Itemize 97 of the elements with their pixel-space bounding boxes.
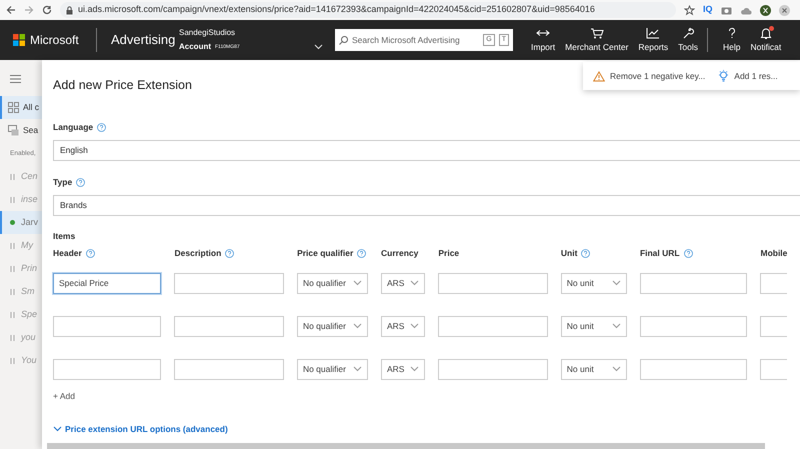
search-placeholder: Search Microsoft Advertising — [352, 34, 461, 46]
chevron-down-icon — [352, 280, 362, 286]
dropdown[interactable]: ARS — [380, 316, 426, 337]
notification-text[interactable]: Remove 1 negative key... — [610, 70, 706, 82]
avatar-icon[interactable] — [760, 4, 771, 16]
help-icon[interactable] — [86, 249, 95, 258]
toolbar-button[interactable]: Reports — [633, 26, 674, 54]
reload-icon[interactable] — [42, 5, 52, 15]
input-field[interactable] — [640, 316, 748, 337]
menu-icon[interactable] — [10, 75, 21, 83]
column-header: Header — [53, 247, 82, 260]
url-text: ui.ads.microsoft.com/campaign/vnext/extensions/price?aid=141672393&campaignId=422024045&cid=251602807&uid=98564016 — [78, 3, 595, 16]
input-field[interactable] — [640, 272, 748, 294]
input-field[interactable] — [438, 358, 548, 380]
chevron-down-icon[interactable] — [314, 44, 323, 50]
column-header: Price — [438, 247, 460, 260]
chevron-down-icon — [612, 280, 621, 286]
cloud-icon[interactable] — [740, 6, 752, 14]
account-label: Account — [179, 41, 211, 53]
chevron-down-icon — [612, 323, 621, 330]
lightbulb-icon — [718, 70, 730, 82]
toolbar-button[interactable]: Merchant Center — [560, 26, 634, 54]
column-header: Final URL — [640, 247, 680, 260]
dropdown[interactable]: No qualifier — [296, 316, 368, 337]
dropdown[interactable]: ARS — [380, 358, 426, 380]
column-header: Price qualifier — [297, 247, 354, 260]
extension-icon[interactable]: IQ — [703, 3, 713, 17]
chevron-down-icon — [612, 366, 621, 372]
input-field[interactable] — [174, 316, 284, 337]
chevron-down-icon — [352, 366, 362, 372]
input-field[interactable] — [438, 272, 548, 294]
panel-title: Add new Price Extension — [53, 77, 192, 94]
search-icon — [339, 36, 348, 44]
account-name: SandegiStudios — [179, 26, 236, 39]
scrollbar[interactable] — [47, 443, 765, 449]
help-icon[interactable] — [357, 249, 366, 258]
wrench-icon — [681, 26, 696, 39]
type-field[interactable]: Brands — [53, 194, 800, 216]
help-icon[interactable] — [581, 249, 590, 258]
grid-icon — [8, 102, 19, 113]
camera-icon[interactable] — [720, 5, 732, 15]
toolbar-button[interactable]: Notificat — [746, 26, 786, 54]
chart-icon — [646, 26, 660, 39]
input-field[interactable] — [53, 316, 162, 337]
help-icon[interactable] — [97, 123, 106, 132]
sidebar-item[interactable]: Jarv — [0, 211, 42, 234]
toolbar-button[interactable]: Tools — [673, 26, 704, 54]
close-circle-icon[interactable] — [778, 4, 790, 16]
sidebar-item[interactable]: Sea — [0, 119, 42, 142]
product-name: Advertising — [110, 31, 176, 50]
input-field[interactable] — [438, 316, 548, 337]
column-header: Mobile — [760, 247, 788, 260]
column-header: Unit — [560, 247, 578, 260]
back-arrow-icon[interactable] — [6, 5, 16, 15]
column-header: Description — [174, 247, 222, 260]
dropdown[interactable]: No unit — [560, 272, 627, 294]
star-icon[interactable] — [684, 4, 695, 16]
address-bar[interactable]: ui.ads.microsoft.com/campaign/vnext/extensions/price?aid=141672393&campaignId=422024045&cid=251602807&uid=98564016 — [60, 2, 676, 18]
input-field[interactable] — [760, 316, 787, 337]
chevron-down-icon — [410, 366, 420, 372]
input-field[interactable] — [760, 358, 787, 380]
cart-icon — [590, 26, 604, 39]
toolbar-button[interactable]: Help — [718, 26, 746, 54]
dropdown[interactable]: No qualifier — [296, 358, 368, 380]
toolbar-button[interactable]: Import — [526, 26, 560, 54]
brand-name: Microsoft — [30, 32, 79, 49]
input-field[interactable]: Special Price — [53, 272, 162, 294]
sidebar-item[interactable]: All c — [0, 96, 42, 119]
logo-icon[interactable] — [13, 34, 25, 46]
dropdown[interactable]: No qualifier — [296, 272, 368, 294]
input-field[interactable] — [174, 272, 284, 294]
help-icon[interactable] — [684, 249, 693, 258]
language-field[interactable]: English — [53, 140, 800, 161]
language-label: Language — [53, 121, 94, 134]
input-field[interactable] — [53, 358, 162, 380]
notification-text[interactable]: Add 1 res... — [734, 70, 778, 82]
chevron-down-icon — [410, 280, 420, 286]
chevron-down-icon — [410, 323, 420, 330]
column-header: Currency — [381, 247, 418, 260]
warning-icon — [593, 70, 605, 82]
lock-icon — [66, 6, 73, 14]
type-label: Type — [53, 176, 72, 190]
chevron-down-icon — [352, 323, 362, 330]
dropdown[interactable]: No unit — [560, 358, 627, 380]
add-link[interactable]: + Add — [53, 390, 800, 402]
items-label: Items — [53, 230, 76, 243]
help-icon[interactable] — [225, 249, 234, 258]
input-field[interactable] — [760, 272, 787, 294]
input-field[interactable] — [640, 358, 748, 380]
advanced-options-link[interactable]: Price extension URL options (advanced) — [53, 422, 800, 436]
dropdown[interactable]: ARS — [380, 272, 426, 294]
help-icon[interactable] — [76, 178, 86, 188]
chevron-down-icon — [53, 426, 62, 432]
forward-arrow-icon[interactable] — [24, 5, 34, 15]
dropdown[interactable]: No unit — [560, 316, 627, 337]
input-field[interactable] — [174, 358, 284, 380]
bell-icon — [758, 26, 773, 39]
